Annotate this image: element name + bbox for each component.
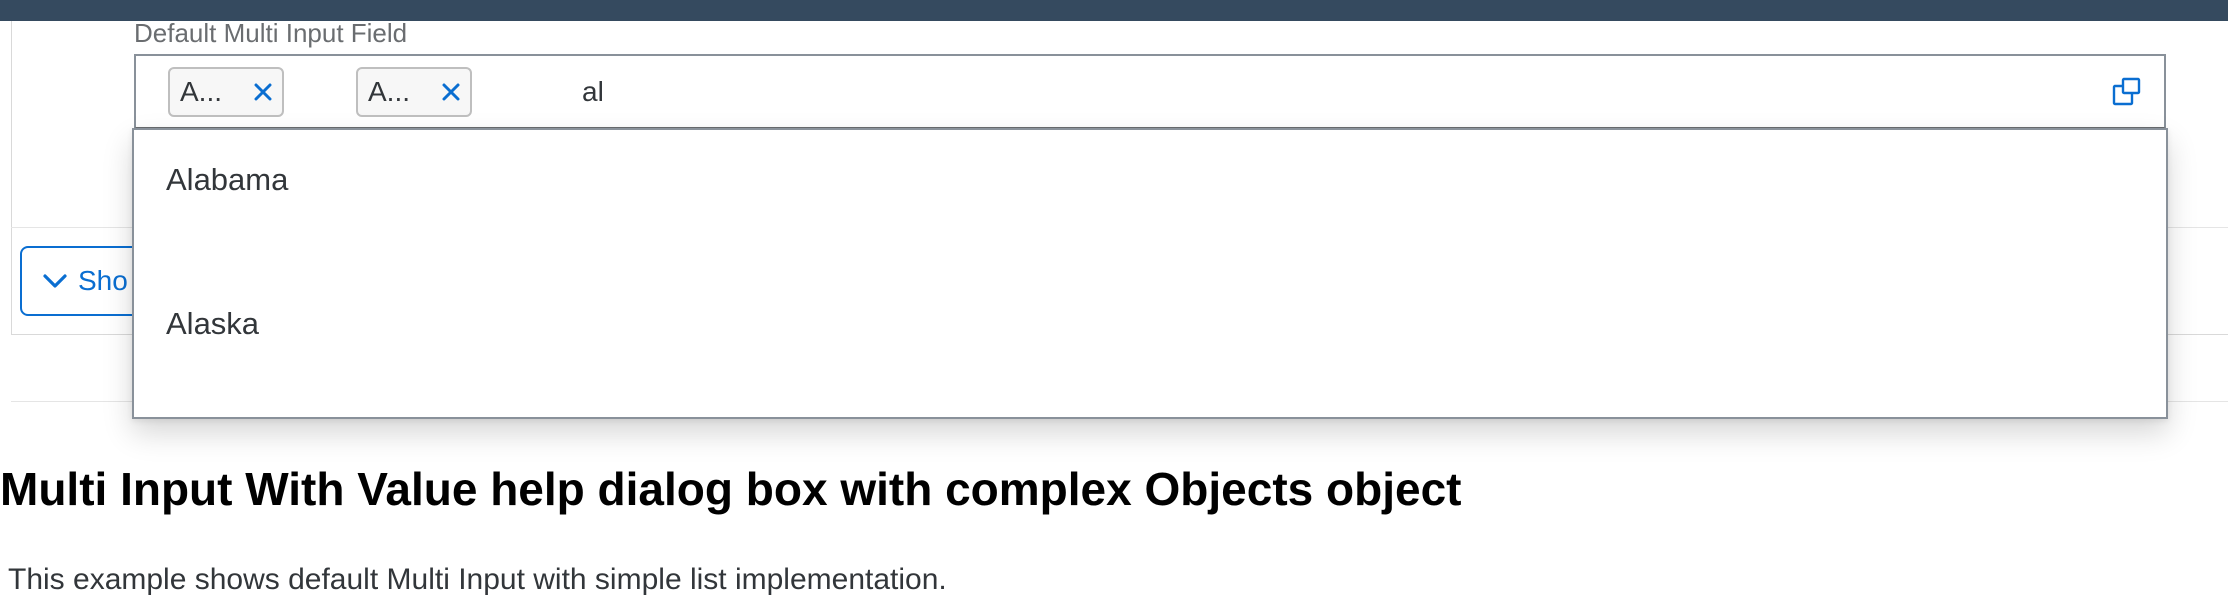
close-icon[interactable] <box>252 81 274 103</box>
section-description: This example shows default Multi Input w… <box>8 563 947 596</box>
suggestion-item-alaska[interactable]: Alaska <box>166 306 259 342</box>
section-title: Multi Input With Value help dialog box w… <box>0 463 1462 515</box>
show-code-button[interactable]: Sho <box>20 246 150 316</box>
field-label: Default Multi Input Field <box>134 18 408 48</box>
suggestion-item-alabama[interactable]: Alabama <box>166 162 288 198</box>
suggestions-popover: Alabama Alaska <box>132 128 2168 419</box>
multi-input-field[interactable]: A... A... al <box>134 54 2166 129</box>
token[interactable]: A... <box>168 67 284 117</box>
close-icon[interactable] <box>440 81 462 103</box>
token[interactable]: A... <box>356 67 472 117</box>
token-label: A... <box>180 76 223 107</box>
multi-input-text[interactable]: al <box>582 76 604 108</box>
token-label: A... <box>368 76 411 107</box>
show-code-label: Sho <box>78 265 128 296</box>
value-help-icon[interactable] <box>2112 77 2142 107</box>
chevron-down-icon <box>42 268 68 294</box>
